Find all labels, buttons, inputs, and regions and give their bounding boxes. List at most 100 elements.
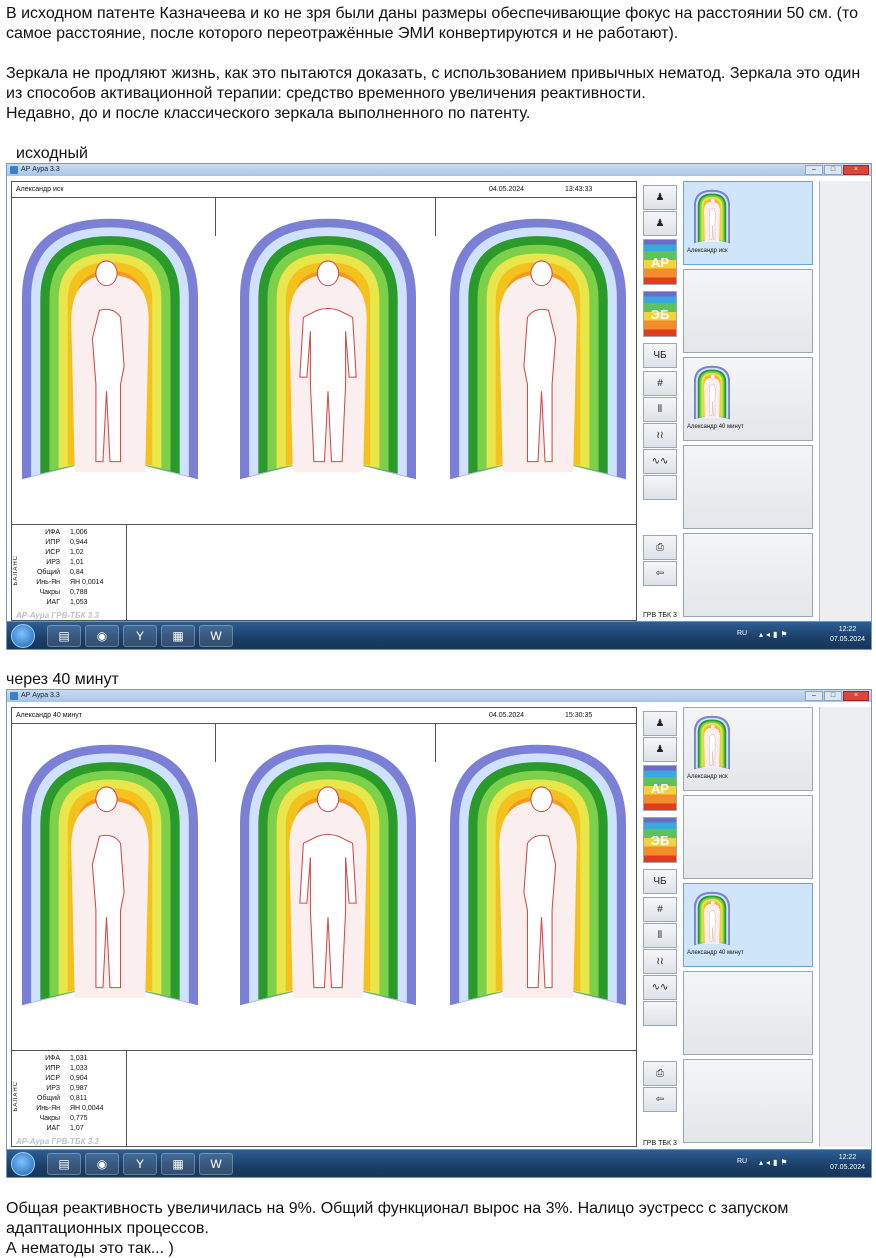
person-up-icon[interactable]: ♟	[643, 185, 677, 210]
grv-icon[interactable]: ▦	[161, 625, 195, 647]
eb-color-icon[interactable]: ЭБ	[643, 291, 677, 337]
wave-lines-icon[interactable]: ≀≀	[643, 949, 677, 974]
ar-color-icon[interactable]: АР	[643, 765, 677, 811]
explorer-icon[interactable]: ▤	[47, 1153, 81, 1175]
stat-label: ИФА	[45, 1055, 60, 1062]
chrome-icon[interactable]: ◉	[85, 625, 119, 647]
stat-label: ИАГ	[46, 1125, 61, 1132]
version-label: ГРВ ТБК 3	[643, 1140, 677, 1147]
zigzag-icon[interactable]: ∿∿	[643, 449, 677, 474]
clock[interactable]: 12:22 07.05.2024	[830, 1153, 865, 1173]
stat-label: ИПР	[45, 539, 60, 546]
thumbnail-label: Александр 40 минут	[687, 424, 744, 430]
word-icon[interactable]: W	[199, 625, 233, 647]
stat-value: 1,031	[70, 1055, 88, 1062]
maximize-icon[interactable]: □	[824, 691, 842, 701]
close-icon[interactable]: ×	[843, 165, 869, 175]
tool-column: ♟ ♟ АР ЭБ ЧБ # ⦀ ≀≀ ∿∿ ⎙ ⇦	[643, 707, 677, 1147]
stat-row: Общий 0,811	[26, 1094, 126, 1104]
printer-icon[interactable]: ⎙	[643, 1061, 677, 1086]
aura-panel: Александр иск 04.05.2024 13:43:33 БАЛАНС ИФА…	[11, 181, 637, 621]
close-icon[interactable]: ×	[843, 691, 869, 701]
empty-thumbnail[interactable]	[683, 533, 813, 617]
intro-paragraph-2: Зеркала не продляют жизнь, как это пытаю…	[6, 65, 861, 102]
lines-icon[interactable]: ⦀	[643, 397, 677, 422]
minimize-icon[interactable]: –	[805, 691, 823, 701]
grv-icon[interactable]: ▦	[161, 1153, 195, 1175]
intro-paragraph-1: В исходном патенте Казначеева и ко не зр…	[6, 5, 859, 42]
caption-after: через 40 минут	[6, 671, 119, 688]
stat-label: ИСР	[45, 1075, 60, 1082]
record-thumbnail[interactable]: Александр иск	[683, 707, 813, 791]
aura-views	[12, 218, 638, 524]
person-up-icon[interactable]: ♟	[643, 711, 677, 736]
app-watermark: АР-Аура ГРВ-ТБК 3.3	[16, 611, 99, 620]
language-indicator[interactable]: RU	[737, 1158, 747, 1165]
yandex-icon[interactable]: Y	[123, 1153, 157, 1175]
aura-figure	[22, 744, 198, 1006]
record-thumbnail[interactable]: Александр 40 минут	[683, 883, 813, 967]
explorer-icon[interactable]: ▤	[47, 625, 81, 647]
side-panel	[819, 707, 871, 1147]
minimize-icon[interactable]: –	[805, 165, 823, 175]
start-button[interactable]	[11, 624, 35, 648]
aura-view-left	[22, 736, 198, 1033]
printer-icon[interactable]: ⎙	[643, 535, 677, 560]
wave-lines-icon[interactable]: ≀≀	[643, 423, 677, 448]
window-title: АР Аура 3.3	[21, 166, 60, 173]
aura-view-right	[450, 210, 626, 507]
word-icon[interactable]: W	[199, 1153, 233, 1175]
stat-row: ИФА 1,006	[26, 528, 126, 538]
language-indicator[interactable]: RU	[737, 630, 747, 637]
grid-icon[interactable]: #	[643, 897, 677, 922]
stat-value: 0,944	[70, 539, 88, 546]
bw-icon[interactable]: ЧБ	[643, 343, 677, 368]
yandex-icon[interactable]: Y	[123, 625, 157, 647]
back-arrow-icon[interactable]: ⇦	[643, 1087, 677, 1112]
outro-paragraph-1: Общая реактивность увеличилась на 9%. Об…	[6, 1200, 789, 1237]
stat-row: ИПР 1,033	[26, 1064, 126, 1074]
taskbar: ▤ ◉ Y ▦ W RU ▴◂▮⚑ 12:22 07.05.2024	[7, 621, 871, 649]
bw-icon[interactable]: ЧБ	[643, 869, 677, 894]
tray-icons[interactable]: ▴◂▮⚑	[759, 1158, 791, 1167]
record-thumbnail[interactable]: Александр иск	[683, 181, 813, 265]
aura-views	[12, 744, 638, 1050]
patient-name: Александр 40 минут	[16, 712, 82, 719]
tray-icons[interactable]: ▴◂▮⚑	[759, 630, 791, 639]
stat-label: ИФА	[45, 529, 60, 536]
clock-time: 12:22	[838, 1154, 857, 1161]
empty-thumbnail[interactable]	[683, 795, 813, 879]
stat-row: ИРЗ 0,987	[26, 1084, 126, 1094]
start-button[interactable]	[11, 1152, 35, 1176]
empty-thumbnail[interactable]	[683, 269, 813, 353]
blank-button[interactable]	[643, 475, 677, 500]
clock[interactable]: 12:22 07.05.2024	[830, 625, 865, 645]
blank-button[interactable]	[643, 1001, 677, 1026]
maximize-icon[interactable]: □	[824, 165, 842, 175]
stat-row: ИАГ 1,053	[26, 598, 126, 608]
stat-label: Инь-Ян	[36, 1105, 60, 1112]
zigzag-icon[interactable]: ∿∿	[643, 975, 677, 1000]
stat-value: 1,053	[70, 599, 88, 606]
back-arrow-icon[interactable]: ⇦	[643, 561, 677, 586]
ar-color-icon[interactable]: АР	[643, 239, 677, 285]
tool-column: ♟ ♟ АР ЭБ ЧБ # ⦀ ≀≀ ∿∿ ⎙ ⇦	[643, 181, 677, 621]
empty-thumbnail[interactable]	[683, 445, 813, 529]
stat-row: Инь-Ян ЯН 0,0014	[26, 578, 126, 588]
record-thumbnail[interactable]: Александр 40 минут	[683, 357, 813, 441]
eb-color-icon[interactable]: ЭБ	[643, 817, 677, 863]
chrome-icon[interactable]: ◉	[85, 1153, 119, 1175]
stat-value: 0,788	[70, 589, 88, 596]
aura-figure	[694, 891, 730, 946]
app-icon	[10, 692, 18, 700]
stat-row: ИПР 0,944	[26, 538, 126, 548]
taskbar: ▤ ◉ Y ▦ W RU ▴◂▮⚑ 12:22 07.05.2024	[7, 1149, 871, 1177]
grid-icon[interactable]: #	[643, 371, 677, 396]
empty-thumbnail[interactable]	[683, 1059, 813, 1143]
stat-value: 0,775	[70, 1115, 88, 1122]
person-down-icon[interactable]: ♟	[643, 737, 677, 762]
empty-thumbnail[interactable]	[683, 971, 813, 1055]
aura-figure	[450, 744, 626, 1006]
person-down-icon[interactable]: ♟	[643, 211, 677, 236]
lines-icon[interactable]: ⦀	[643, 923, 677, 948]
